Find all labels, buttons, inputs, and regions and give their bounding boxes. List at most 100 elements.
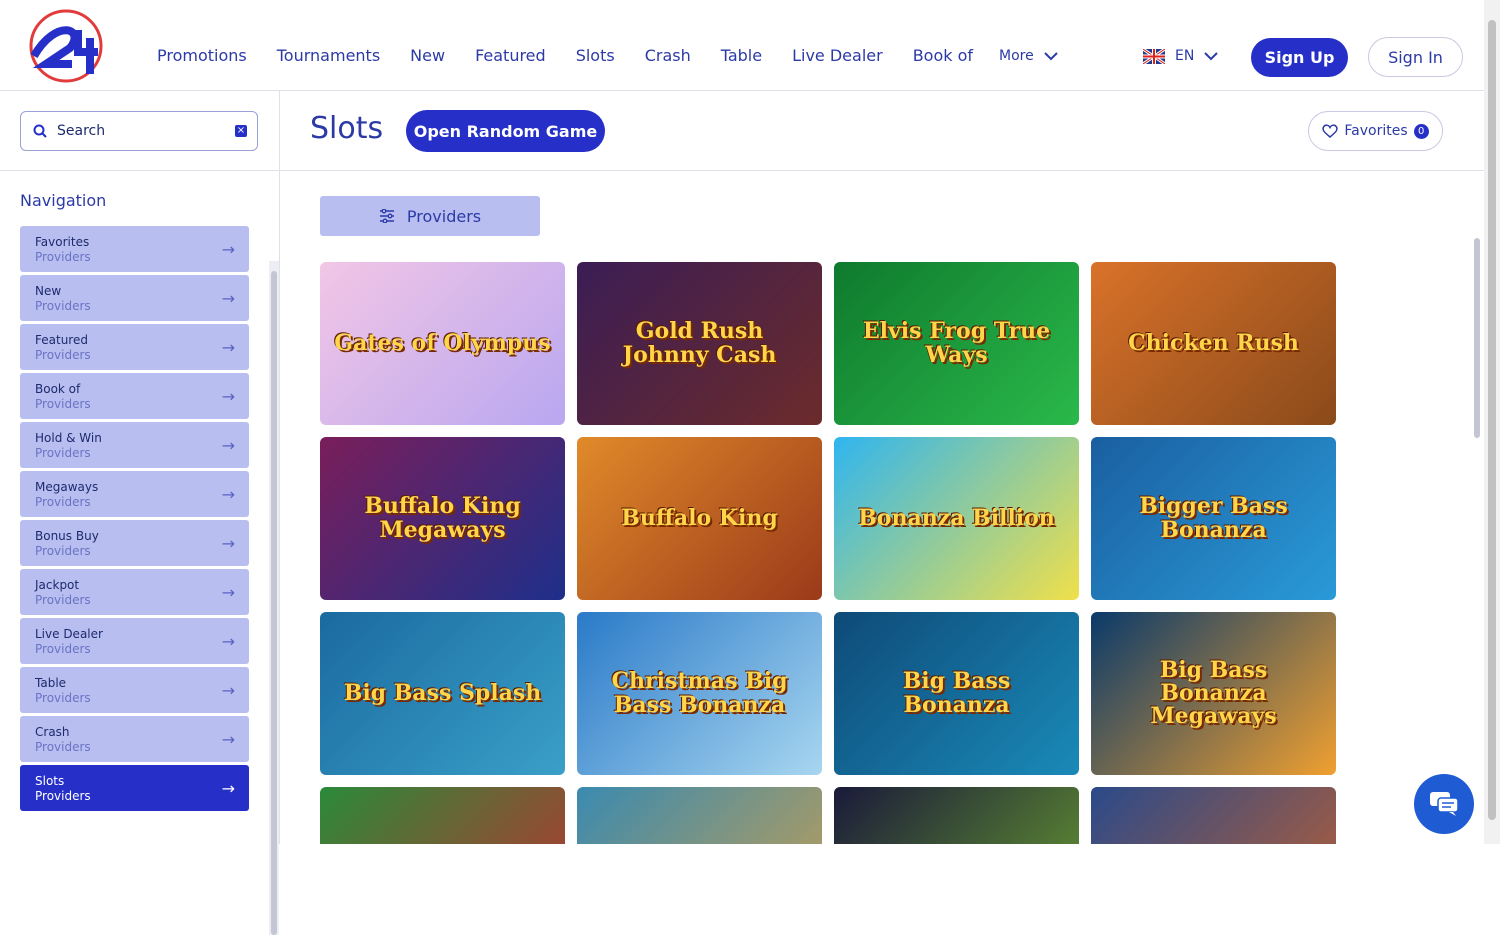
sidebar-item-table[interactable]: Table Providers → bbox=[20, 667, 249, 713]
arrow-right-icon: → bbox=[221, 583, 235, 602]
sidebar-item-jackpot[interactable]: Jackpot Providers → bbox=[20, 569, 249, 615]
chevron-down-icon bbox=[1044, 51, 1058, 60]
providers-filter-button[interactable]: Providers bbox=[320, 196, 540, 236]
game-title: Gates of Olympus bbox=[334, 329, 551, 356]
sidebar-item-crash[interactable]: Crash Providers → bbox=[20, 716, 249, 762]
sidebar-item-favorites[interactable]: Favorites Providers → bbox=[20, 226, 249, 272]
sign-in-button[interactable]: Sign In bbox=[1368, 37, 1463, 77]
sidebar-item-sublabel: Providers bbox=[35, 544, 91, 558]
nav-link-new[interactable]: New bbox=[410, 46, 445, 65]
language-selector[interactable]: EN bbox=[1143, 48, 1219, 64]
main-scrollbar[interactable] bbox=[1474, 238, 1482, 844]
sidebar-item-label: New bbox=[35, 284, 62, 298]
sidebar-item-new[interactable]: New Providers → bbox=[20, 275, 249, 321]
nav-link-promotions[interactable]: Promotions bbox=[157, 46, 247, 65]
game-title: Big Bass Splash bbox=[343, 679, 542, 706]
chat-icon bbox=[1430, 792, 1459, 816]
game-tile[interactable]: Bigger Bass Bonanza bbox=[1091, 437, 1336, 600]
more-label: More bbox=[999, 48, 1034, 64]
sidebar-item-label: Bonus Buy bbox=[35, 529, 99, 543]
sidebar-item-megaways[interactable]: Megaways Providers → bbox=[20, 471, 249, 517]
arrow-right-icon: → bbox=[221, 632, 235, 651]
sidebar-item-label: Megaways bbox=[35, 480, 99, 494]
game-tile[interactable]: Alien bbox=[834, 787, 1079, 844]
arrow-right-icon: → bbox=[221, 485, 235, 504]
providers-label: Providers bbox=[406, 206, 482, 226]
window-scrollbar[interactable] bbox=[1484, 0, 1500, 844]
sidebar-item-sublabel: Providers bbox=[35, 593, 91, 607]
sidebar-item-sublabel: Providers bbox=[35, 299, 91, 313]
game-tile[interactable]: Buffalo King Megaways bbox=[320, 437, 565, 600]
sidebar-item-hold-win[interactable]: Hold & Win Providers → bbox=[20, 422, 249, 468]
sidebar-item-label: Live Dealer bbox=[35, 627, 103, 641]
main-nav: Promotions Tournaments New Featured Slots Cra… bbox=[157, 46, 1003, 65]
nav-link-featured[interactable]: Featured bbox=[475, 46, 546, 65]
top-header: Promotions Tournaments New Featured Slots Cra… bbox=[0, 0, 1484, 91]
sidebar-item-label: Featured bbox=[35, 333, 88, 347]
sidebar-item-sublabel: Providers bbox=[35, 397, 91, 411]
sidebar-item-sublabel: Providers bbox=[35, 642, 91, 656]
filter-sliders-icon bbox=[379, 209, 394, 223]
sidebar-item-sublabel: Providers bbox=[35, 740, 91, 754]
game-tile[interactable]: Chicken Rush bbox=[1091, 262, 1336, 425]
sidebar-item-slots[interactable]: Slots Providers → bbox=[20, 765, 249, 811]
game-title: Bigger Bass Bonanza bbox=[1139, 493, 1288, 543]
sidebar-item-label: Crash bbox=[35, 725, 70, 739]
game-tile[interactable]: Game bbox=[577, 787, 822, 844]
game-tile[interactable]: Big Bass Splash bbox=[320, 612, 565, 775]
arrow-right-icon: → bbox=[221, 387, 235, 406]
navigation-title: Navigation bbox=[20, 191, 107, 210]
game-tile[interactable]: Big Bass Bonanza Megaways bbox=[1091, 612, 1336, 775]
game-title: Gold Rush Johnny Cash bbox=[622, 318, 777, 368]
sidebar-item-sublabel: Providers bbox=[35, 250, 91, 264]
nav-link-crash[interactable]: Crash bbox=[645, 46, 691, 65]
uk-flag-icon bbox=[1143, 48, 1165, 64]
favorites-button[interactable]: Favorites 0 bbox=[1308, 111, 1443, 151]
game-title: Big Bass Bonanza bbox=[902, 668, 1011, 718]
sidebar-item-book-of[interactable]: Book of Providers → bbox=[20, 373, 249, 419]
game-tile[interactable]: Gates of Olympus bbox=[320, 262, 565, 425]
site-logo[interactable] bbox=[26, 8, 104, 84]
search-icon bbox=[33, 124, 47, 138]
arrow-right-icon: → bbox=[221, 240, 235, 259]
sidebar-item-featured[interactable]: Featured Providers → bbox=[20, 324, 249, 370]
chevron-down-icon bbox=[1204, 51, 1219, 60]
game-title: Buffalo King bbox=[621, 504, 778, 531]
nav-link-tournaments[interactable]: Tournaments bbox=[277, 46, 380, 65]
sidebar-item-label: Hold & Win bbox=[35, 431, 102, 445]
games-grid: Gates of Olympus Gold Rush Johnny Cash Elv… bbox=[320, 262, 1340, 844]
sidebar-item-live-dealer[interactable]: Live Dealer Providers → bbox=[20, 618, 249, 664]
nav-link-live-dealer[interactable]: Live Dealer bbox=[792, 46, 883, 65]
language-label: EN bbox=[1175, 48, 1195, 64]
sidebar-scrollbar[interactable] bbox=[269, 261, 279, 935]
game-tile[interactable]: Wolf bbox=[1091, 787, 1336, 844]
nav-link-table[interactable]: Table bbox=[721, 46, 762, 65]
game-tile[interactable]: Buffalo King bbox=[577, 437, 822, 600]
game-tile[interactable]: Big Bass Bonanza bbox=[834, 612, 1079, 775]
sidebar-item-sublabel: Providers bbox=[35, 348, 91, 362]
divider bbox=[0, 170, 279, 171]
game-tile[interactable]: Gold Rush Johnny Cash bbox=[577, 262, 822, 425]
game-title: Christmas Big Bass Bonanza bbox=[611, 668, 788, 718]
clear-icon[interactable]: × bbox=[235, 125, 247, 137]
sidebar: Search × Navigation Favorites Providers → N… bbox=[0, 91, 280, 935]
arrow-right-icon: → bbox=[221, 730, 235, 749]
search-input[interactable]: Search × bbox=[20, 111, 258, 151]
game-tile[interactable]: Christmas Big Bass Bonanza bbox=[577, 612, 822, 775]
nav-link-slots[interactable]: Slots bbox=[576, 46, 615, 65]
heart-icon bbox=[1322, 124, 1339, 138]
sidebar-item-bonus-buy[interactable]: Bonus Buy Providers → bbox=[20, 520, 249, 566]
game-tile[interactable]: Bonanza Billion bbox=[834, 437, 1079, 600]
open-random-game-button[interactable]: Open Random Game bbox=[406, 110, 605, 152]
game-tile[interactable]: Back bbox=[320, 787, 565, 844]
arrow-right-icon: → bbox=[221, 534, 235, 553]
sidebar-item-label: Favorites bbox=[35, 235, 90, 249]
sidebar-item-sublabel: Providers bbox=[35, 789, 91, 803]
search-placeholder: Search bbox=[57, 123, 106, 139]
sign-up-button[interactable]: Sign Up bbox=[1251, 38, 1348, 77]
game-title: Elvis Frog True Ways bbox=[862, 318, 1051, 368]
nav-link-book-of[interactable]: Book of bbox=[913, 46, 973, 65]
more-menu[interactable]: More bbox=[999, 48, 1058, 64]
chat-button[interactable] bbox=[1414, 774, 1474, 834]
game-tile[interactable]: Elvis Frog True Ways bbox=[834, 262, 1079, 425]
